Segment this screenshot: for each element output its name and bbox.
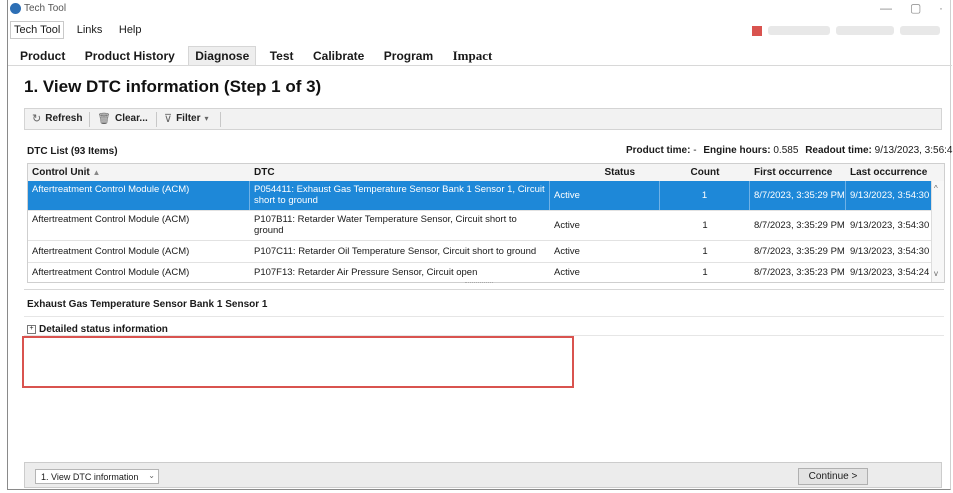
step-select[interactable]: 1. View DTC information ⌄ [35,469,159,484]
tab-calibrate[interactable]: Calibrate [307,47,370,65]
footer-bar: 1. View DTC information ⌄ Continue > [24,462,942,488]
window-title: Tech Tool [24,3,67,14]
detail-title: Exhaust Gas Temperature Sensor Bank 1 Se… [27,299,268,310]
clear-button[interactable]: 🗑 Clear... [97,112,148,125]
clear-label: Clear... [114,113,148,124]
trash-icon: 🗑 [97,113,111,125]
chevron-down-icon: ⌄ [148,471,155,480]
cell-last-occurrence: 9/13/2023, 3:54:30 ... [850,246,934,257]
dtc-list-title: DTC List (93 Items) [27,146,118,157]
cell-last-occurrence: 9/13/2023, 3:54:24 [850,267,930,278]
cell-first-occurrence: 8/7/2023, 3:35:29 PM [754,220,845,231]
user-info-blurred [836,26,894,35]
filter-label: Filter [176,113,201,124]
toolbar: ↻ Refresh 🗑 Clear... ⊽ Filter ▾ [24,108,942,130]
column-header-last-occurrence[interactable]: Last occurrence [846,164,934,181]
dtc-table: Control Unit ▲ DTC Status Count First oc… [27,163,945,283]
sort-ascending-icon: ▲ [92,168,101,177]
toolbar-separator [156,112,157,127]
refresh-icon: ↻ [32,113,42,125]
cell-count: 1 [702,220,708,231]
tab-impact[interactable]: Impact [447,46,499,66]
refresh-label: Refresh [45,113,83,124]
column-header-status[interactable]: Status [550,164,660,181]
product-info: Product time: - Engine hours: 0.585 Read… [626,145,953,156]
section-divider [24,289,944,290]
readout-time-label: Readout time: [805,145,872,156]
cell-dtc: P107F13: Retarder Air Pressure Sensor, C… [254,267,478,278]
table-row[interactable]: Aftertreatment Control Module (ACM) P107… [28,263,944,282]
cell-first-occurrence: 8/7/2023, 3:35:29 PM [754,246,845,257]
notification-flag-icon[interactable] [752,26,762,36]
chevron-down-icon: ▾ [204,114,209,123]
cell-last-occurrence: 9/13/2023, 3:54:30 ... [850,220,934,231]
nav-divider [8,65,952,66]
cell-dtc: P054411: Exhaust Gas Temperature Sensor … [250,181,550,210]
menu-help[interactable]: Help [115,21,146,39]
cell-status: Active [554,220,580,231]
tab-test[interactable]: Test [264,47,300,65]
cell-last-occurrence: 9/13/2023, 3:54:30 ... [850,190,934,201]
readout-time-value: 9/13/2023, 3:56:48 PM [874,145,953,156]
cell-control-unit: Aftertreatment Control Module (ACM) [28,181,250,210]
step-select-value: 1. View DTC information [41,471,139,482]
cell-first-occurrence: 8/7/2023, 3:35:29 PM [750,181,846,210]
menu-bar: Tech Tool Links Help [8,20,148,40]
filter-button[interactable]: ⊽ Filter ▾ [164,112,209,125]
page-title: 1. View DTC information (Step 1 of 3) [24,77,322,96]
user-info-blurred [768,26,830,35]
column-header-count[interactable]: Count [660,164,750,181]
detailed-status-label: Detailed status information [39,324,168,335]
splitter-grip[interactable] [465,282,493,287]
cell-status: Active [554,246,580,257]
cell-dtc: P107C11: Retarder Oil Temperature Sensor… [254,246,537,257]
table-row[interactable]: Aftertreatment Control Module (ACM) P107… [28,241,944,263]
restore-icon[interactable]: ▢ [910,1,921,15]
minimize-icon[interactable]: — [880,1,892,15]
column-header-control-unit[interactable]: Control Unit ▲ [28,164,250,181]
detail-divider [24,316,944,317]
scroll-up-icon[interactable]: ^ [934,184,938,193]
table-vertical-scrollbar[interactable]: ^ v [931,181,944,282]
cell-count: 1 [702,267,708,278]
tab-diagnose[interactable]: Diagnose [188,46,257,65]
table-header: Control Unit ▲ DTC Status Count First oc… [28,164,944,182]
filter-icon: ⊽ [164,113,173,125]
cell-control-unit: Aftertreatment Control Module (ACM) [32,267,190,278]
continue-button[interactable]: Continue > [798,468,868,485]
tab-product[interactable]: Product [14,47,71,65]
tab-program[interactable]: Program [378,47,439,65]
engine-hours-label: Engine hours: [703,145,771,156]
cell-control-unit: Aftertreatment Control Module (ACM) [32,214,190,225]
table-row[interactable]: Aftertreatment Control Module (ACM) P107… [28,211,944,241]
cell-count: 1 [660,181,750,210]
close-icon[interactable]: · [939,1,943,15]
cell-first-occurrence: 8/7/2023, 3:35:23 PM [754,267,845,278]
column-header-dtc[interactable]: DTC [250,164,550,181]
scroll-down-icon[interactable]: v [934,269,938,278]
table-row[interactable]: Aftertreatment Control Module (ACM) P054… [28,181,944,211]
column-header-first-occurrence[interactable]: First occurrence [750,164,846,181]
product-time-value: - [693,145,697,156]
menu-tech-tool[interactable]: Tech Tool [10,21,65,39]
toolbar-separator [89,112,90,127]
user-info-blurred [900,26,940,35]
product-time-label: Product time: [626,145,691,156]
cell-control-unit: Aftertreatment Control Module (ACM) [32,246,190,257]
cell-dtc: P107B11: Retarder Water Temperature Sens… [254,214,517,236]
refresh-button[interactable]: ↻ Refresh [32,112,82,125]
tech-tool-logo-icon [10,3,21,14]
engine-hours-value: 0.585 [773,145,799,156]
cell-count: 1 [702,246,708,257]
cell-status: Active [554,267,580,278]
detailed-status-toggle[interactable]: + Detailed status information [27,324,168,335]
expand-icon: + [27,325,36,334]
cell-status: Active [550,181,660,210]
highlight-annotation-box [22,336,574,388]
toolbar-separator [220,112,221,127]
tab-product-history[interactable]: Product History [79,47,181,65]
main-nav-tabs: Product Product History Diagnose Test Ca… [14,46,501,66]
menu-links[interactable]: Links [73,21,107,39]
